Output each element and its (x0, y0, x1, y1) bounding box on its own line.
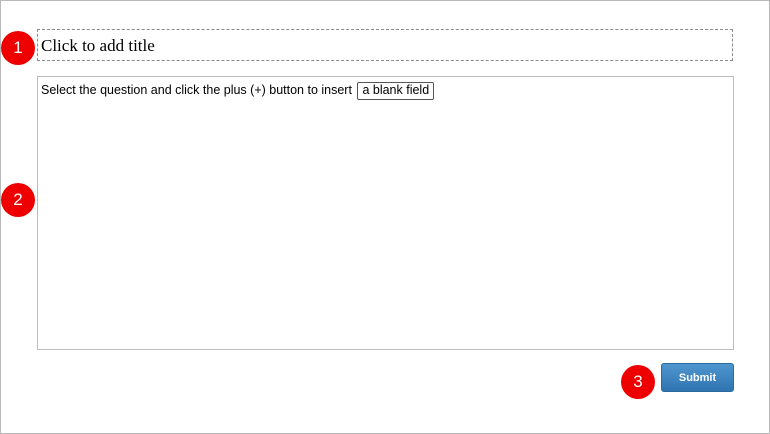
question-text: Select the question and click the plus (… (41, 83, 352, 97)
question-body[interactable]: Select the question and click the plus (… (37, 76, 734, 350)
blank-field[interactable]: a blank field (357, 82, 435, 100)
submit-button[interactable]: Submit (661, 363, 734, 392)
step-marker-3: 3 (621, 365, 655, 399)
title-placeholder[interactable]: Click to add title (37, 29, 733, 61)
step-marker-1: 1 (1, 31, 35, 65)
quiz-editor: 1 Click to add title 2 Select the questi… (0, 0, 770, 434)
step-marker-2: 2 (1, 183, 35, 217)
